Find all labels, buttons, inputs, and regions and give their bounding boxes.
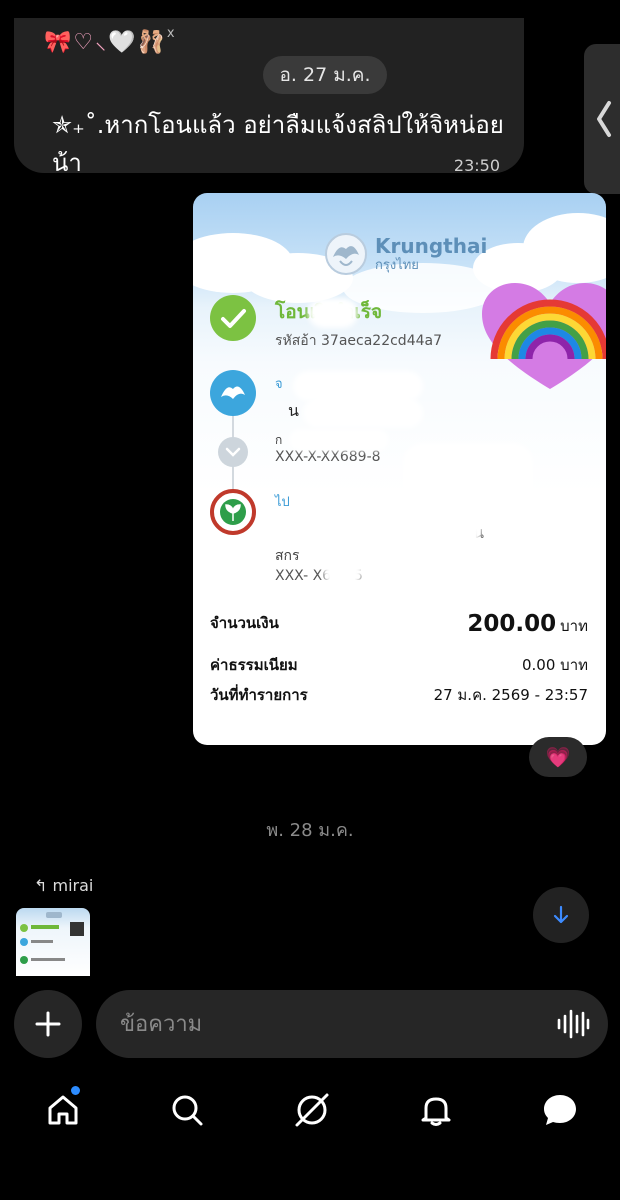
bank-name-en: Krungthai (375, 234, 488, 258)
chevron-left-icon (597, 101, 611, 137)
receiver-label: ไป (275, 495, 290, 510)
receiver-bank-icon (210, 489, 256, 535)
arrow-down-icon (553, 905, 569, 924)
message-timestamp: 23:50 (453, 156, 500, 175)
bank-name-th: กรุงไทย (375, 258, 419, 273)
fee-label: ค่าธรรมเนียม (210, 656, 298, 674)
nav-explore[interactable] (290, 1088, 334, 1132)
plus-icon (35, 1011, 61, 1037)
search-icon (172, 1095, 203, 1126)
fee-value: 0.00 บาท (522, 656, 588, 674)
success-check-icon (210, 295, 256, 341)
date-value: 27 ม.ค. 2569 - 23:57 (433, 686, 588, 704)
side-panel-handle[interactable] (584, 44, 620, 194)
rainbow-heart-sticker (482, 283, 606, 389)
date-chip: อ. 27 ม.ค. (263, 56, 387, 94)
amount-value: 200.00 บาท (467, 611, 588, 637)
reply-arrow-icon: ↰ (34, 876, 48, 895)
amount-label: จำนวนเงิน (210, 614, 279, 632)
chat-icon (544, 1095, 576, 1125)
nav-chat[interactable] (538, 1088, 582, 1132)
home-notification-dot (71, 1086, 80, 1095)
reference-code: รหัสอ้า 37aeca22cd44a7 (275, 333, 442, 349)
decoration-emoji-row: 🎀♡⸜🤍🩰x (44, 26, 177, 55)
redaction-mark (293, 371, 423, 401)
day-divider: พ. 28 ม.ค. (266, 820, 354, 841)
explore-icon (295, 1093, 329, 1127)
bank-logo: Krungthai กรุงไทย (323, 231, 487, 277)
sender-bank: ก (275, 433, 283, 447)
reply-slip-thumbnail[interactable] (16, 908, 90, 976)
message-input[interactable] (96, 990, 608, 1058)
add-attachment-button[interactable] (14, 990, 82, 1058)
chevron-down-icon (218, 437, 248, 467)
date-label: วันที่ทำรายการ (210, 686, 308, 704)
redaction-mark (308, 298, 358, 328)
reply-indicator[interactable]: ↰ mirai (34, 876, 93, 895)
home-icon (48, 1095, 78, 1125)
nav-notifications[interactable] (414, 1088, 458, 1132)
redaction-mark (323, 551, 363, 591)
krungthai-bird-icon (325, 233, 367, 275)
receiver-bank: สกร (275, 548, 300, 564)
redaction-mark (293, 489, 483, 549)
bell-icon (421, 1097, 451, 1126)
sender-label: จ (275, 377, 283, 392)
nav-home[interactable] (41, 1088, 85, 1132)
sender-name: น (288, 401, 299, 420)
scroll-to-bottom-button[interactable] (533, 887, 589, 943)
waveform-icon[interactable] (556, 1008, 590, 1040)
redaction-mark (303, 398, 423, 428)
sender-bank-icon (210, 370, 256, 416)
nav-search[interactable] (165, 1088, 209, 1132)
sender-account: XXX-X-XX689-8 (275, 449, 381, 465)
incoming-message-bubble[interactable]: 🎀♡⸜🤍🩰x อ. 27 ม.ค. ✯₊˚.หากโอนแล้ว อย่าลืม… (14, 18, 524, 177)
message-reaction[interactable]: 💗 (529, 737, 587, 777)
redaction-mark (289, 429, 389, 451)
transfer-slip-image[interactable]: Krungthai กรุงไทย โอนเงิ สำเร็จ รหัสอ้า … (193, 193, 606, 745)
message-text: ✯₊˚.หากโอนแล้ว อย่าลืมแจ้งสลิปให้จิหน่อย… (52, 111, 504, 177)
reply-author: mirai (52, 876, 94, 895)
